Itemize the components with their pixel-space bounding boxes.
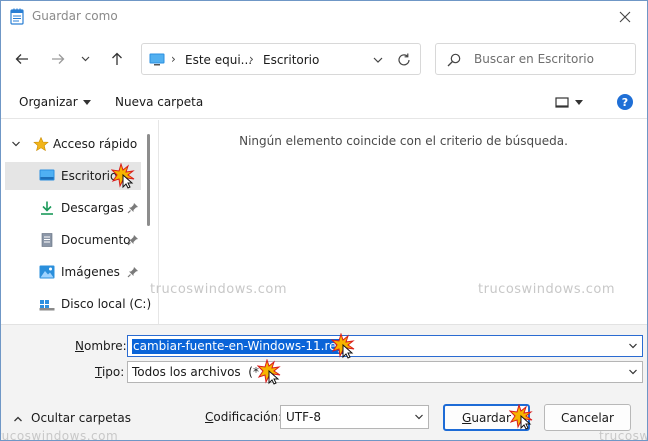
command-bar: Organizar Nueva carpeta ? [1,85,647,119]
pin-icon [127,235,138,246]
click-marker-icon [331,333,355,359]
chevron-down-icon [81,56,89,62]
title-bar: Guardar como [1,1,647,33]
watermark: trucoswindows.com [599,429,647,441]
notepad-icon [10,8,24,25]
search-icon [447,53,461,67]
watermark: trucoswindows.com [478,282,616,297]
download-icon [41,201,53,215]
encoding-value: UTF-8 [286,410,321,424]
file-type-value: Todos los archivos (*.*) [132,365,274,379]
sidebar-item-documents[interactable]: Documento [5,226,141,254]
sidebar-item-label: Imágenes [61,265,120,279]
pin-icon [127,267,138,278]
breadcrumb-separator: › [171,52,176,66]
view-layout-icon [555,97,569,108]
window-title: Guardar como [32,9,118,23]
organize-menu[interactable]: Organizar [19,95,91,109]
click-marker-icon [257,359,281,385]
organize-label: Organizar [19,95,78,109]
refresh-icon[interactable] [395,51,413,69]
arrow-left-icon [15,54,28,64]
pictures-icon [39,265,55,279]
sidebar-item-label: Acceso rápido [53,137,138,151]
sidebar-item-pictures[interactable]: Imágenes [5,258,141,286]
forward-button[interactable] [46,47,70,71]
encoding-select[interactable]: UTF-8 [280,405,429,429]
sidebar-item-quick-access[interactable]: Acceso rápido [5,130,141,158]
breadcrumb-desktop[interactable]: Escritorio [263,53,319,67]
navigation-pane: Acceso rápido Escritorio Descargas Docum… [1,120,159,324]
breadcrumb-separator: › [249,52,254,66]
navigation-bar: › Este equi... › Escritorio [1,35,647,83]
up-button[interactable] [105,47,129,71]
sidebar-item-label: Escritorio [61,169,118,183]
empty-message: Ningún elemento coincide con el criterio… [239,134,568,148]
watermark: trucoswindows.com [150,282,288,297]
sidebar-item-downloads[interactable]: Descargas [5,194,141,222]
sidebar-item-label: Documento [61,233,131,247]
chevron-down-icon[interactable] [371,53,385,67]
sidebar-item-local-disk[interactable]: Disco local (C:) [5,290,151,318]
search-box[interactable] [435,43,636,75]
file-name-label: Nombre: [75,339,127,353]
file-type-label: Tipo: [95,365,125,379]
cancel-button[interactable]: Cancelar [544,404,631,431]
arrow-up-icon [112,52,122,65]
save-form: Nombre: cambiar-fuente-en-Windows-11.reg… [0,324,647,441]
watermark: trucoswindows.com [0,429,119,441]
file-type-select[interactable]: Todos los archivos (*.*) [127,361,643,383]
hide-folders-label: Ocultar carpetas [31,411,131,425]
click-marker-icon [509,404,533,430]
pin-icon [127,203,138,214]
back-button[interactable] [10,47,34,71]
star-icon [33,137,49,151]
save-as-dialog: Guardar como › Este equi... › Escritorio… [0,0,648,441]
sidebar-item-label: Descargas [61,201,124,215]
sidebar-item-label: Disco local (C:) [61,297,152,311]
chevron-down-icon [629,369,637,375]
chevron-down-icon[interactable] [628,341,638,351]
address-bar[interactable]: › Este equi... › Escritorio [141,43,421,75]
caret-down-icon [575,100,583,105]
chevron-down-icon [415,414,423,420]
close-icon [619,11,631,23]
document-icon [41,233,53,247]
hide-folders-button[interactable]: Ocultar carpetas [13,411,131,425]
chevron-up-icon [14,416,22,421]
breadcrumb-this-pc[interactable]: Este equi... [185,53,252,67]
click-marker-icon [111,163,135,189]
help-button[interactable]: ? [617,94,633,110]
desktop-icon [39,169,55,181]
recent-locations-button[interactable] [77,47,93,71]
close-button[interactable] [611,5,639,29]
drive-icon [39,300,55,311]
search-input[interactable] [474,49,629,69]
file-list[interactable]: Ningún elemento coincide con el criterio… [150,120,647,324]
file-name-input[interactable]: cambiar-fuente-en-Windows-11.reg [127,335,643,357]
sidebar-scrollbar[interactable] [147,134,150,226]
file-name-value: cambiar-fuente-en-Windows-11.reg [132,339,346,354]
caret-down-icon [82,100,91,105]
chevron-down-icon[interactable] [11,139,21,149]
arrow-right-icon [52,54,65,64]
pc-icon [149,53,165,66]
encoding-label: Codificación: [205,410,283,424]
new-folder-button[interactable]: Nueva carpeta [115,95,203,109]
view-options-button[interactable] [555,94,591,112]
